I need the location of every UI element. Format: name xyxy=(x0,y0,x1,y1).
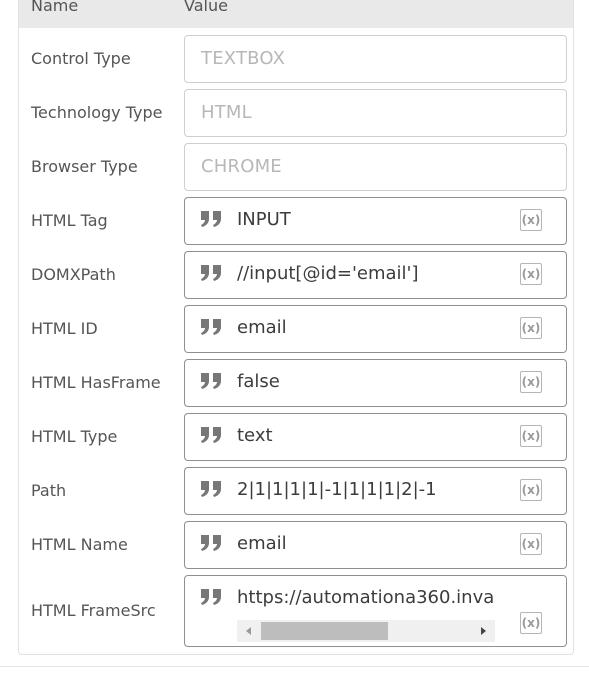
table-header: Name Value xyxy=(19,0,573,28)
field-value: HTML xyxy=(201,102,252,123)
field-value[interactable]: //input[@id='email'] xyxy=(237,252,419,296)
row-label: Path xyxy=(31,481,67,500)
row-label: DOMXPath xyxy=(31,265,116,284)
insert-variable-button[interactable]: (x) xyxy=(520,263,542,285)
insert-variable-button[interactable]: (x) xyxy=(520,209,542,231)
insert-variable-button[interactable]: (x) xyxy=(520,371,542,393)
row-label: Browser Type xyxy=(31,157,138,176)
row-html-hasframe: HTML HasFrame false (x) xyxy=(19,359,573,413)
html-hasframe-field[interactable]: false (x) xyxy=(184,359,567,407)
row-label: HTML Name xyxy=(31,535,128,554)
technology-type-field[interactable]: HTML xyxy=(184,89,567,137)
field-value[interactable]: email xyxy=(237,522,287,566)
quote-icon xyxy=(201,589,221,605)
insert-variable-button[interactable]: (x) xyxy=(520,425,542,447)
row-path: Path 2|1|1|1|1|-1|1|1|1|2|-1 (x) xyxy=(19,467,573,521)
field-value[interactable]: false xyxy=(237,360,280,404)
row-label: Control Type xyxy=(31,49,131,68)
quote-icon xyxy=(201,211,221,227)
row-browser-type: Browser Type CHROME xyxy=(19,143,573,197)
html-framesrc-field[interactable]: https://automationa360.invalid (x) xyxy=(184,575,567,647)
row-control-type: Control Type TEXTBOX xyxy=(19,35,573,89)
row-html-tag: HTML Tag INPUT (x) xyxy=(19,197,573,251)
horizontal-scrollbar[interactable] xyxy=(237,620,495,642)
domxpath-field[interactable]: //input[@id='email'] (x) xyxy=(184,251,567,299)
path-field[interactable]: 2|1|1|1|1|-1|1|1|1|2|-1 (x) xyxy=(184,467,567,515)
scroll-right-icon[interactable] xyxy=(481,627,486,635)
divider xyxy=(0,666,589,667)
quote-icon xyxy=(201,373,221,389)
row-html-id: HTML ID email (x) xyxy=(19,305,573,359)
quote-icon xyxy=(201,481,221,497)
row-label: HTML FrameSrc xyxy=(31,601,156,620)
scroll-thumb[interactable] xyxy=(261,622,388,640)
field-value: CHROME xyxy=(201,156,282,177)
row-label: HTML Tag xyxy=(31,211,108,230)
html-tag-field[interactable]: INPUT (x) xyxy=(184,197,567,245)
scroll-left-icon[interactable] xyxy=(246,627,251,635)
field-value[interactable]: INPUT xyxy=(237,198,291,242)
header-name: Name xyxy=(31,0,79,15)
insert-variable-button[interactable]: (x) xyxy=(520,479,542,501)
insert-variable-button[interactable]: (x) xyxy=(520,533,542,555)
html-type-field[interactable]: text (x) xyxy=(184,413,567,461)
row-html-framesrc: HTML FrameSrc https://automationa360.inv… xyxy=(19,575,573,647)
value-viewport: https://automationa360.invalid xyxy=(237,576,495,620)
row-label: Technology Type xyxy=(31,103,163,122)
row-technology-type: Technology Type HTML xyxy=(19,89,573,143)
insert-variable-button[interactable]: (x) xyxy=(520,317,542,339)
control-type-field[interactable]: TEXTBOX xyxy=(184,35,567,83)
field-value[interactable]: https://automationa360.invalid xyxy=(237,576,495,620)
row-label: HTML Type xyxy=(31,427,118,446)
row-label: HTML ID xyxy=(31,319,98,338)
quote-icon xyxy=(201,535,221,551)
insert-variable-button[interactable]: (x) xyxy=(520,612,542,634)
field-value[interactable]: email xyxy=(237,306,287,350)
header-value: Value xyxy=(184,0,228,15)
field-value: TEXTBOX xyxy=(201,48,286,69)
browser-type-field[interactable]: CHROME xyxy=(184,143,567,191)
html-id-field[interactable]: email (x) xyxy=(184,305,567,353)
row-html-type: HTML Type text (x) xyxy=(19,413,573,467)
field-value[interactable]: text xyxy=(237,414,273,458)
field-value[interactable]: 2|1|1|1|1|-1|1|1|1|2|-1 xyxy=(237,468,437,512)
row-domxpath: DOMXPath //input[@id='email'] (x) xyxy=(19,251,573,305)
quote-icon xyxy=(201,319,221,335)
quote-icon xyxy=(201,427,221,443)
row-html-name: HTML Name email (x) xyxy=(19,521,573,575)
html-name-field[interactable]: email (x) xyxy=(184,521,567,569)
quote-icon xyxy=(201,265,221,281)
row-label: HTML HasFrame xyxy=(31,373,161,392)
